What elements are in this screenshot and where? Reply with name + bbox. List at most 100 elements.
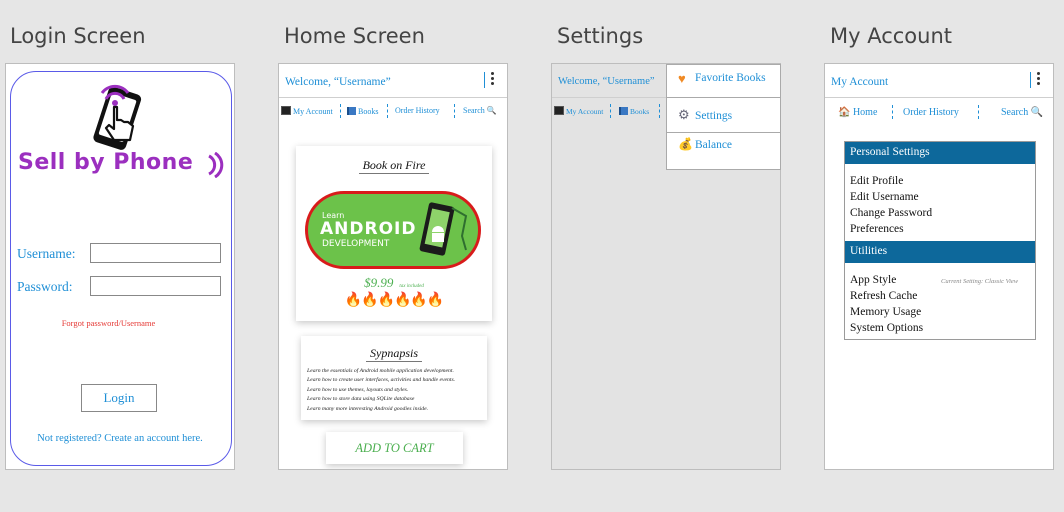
nav-separator (978, 105, 979, 119)
personal-settings-header: Personal Settings (845, 142, 1035, 164)
home-top-bar: Welcome, “Username” (279, 64, 507, 98)
menu-item-balance[interactable]: 💰 Balance (667, 133, 780, 163)
tax-note: tax included (399, 284, 424, 289)
nav-search-label: Search (463, 106, 485, 115)
nav-my-account[interactable]: My Account (281, 106, 333, 116)
app-style-item[interactable]: App Style (850, 272, 923, 288)
account-top-bar: My Account (825, 64, 1053, 98)
book-cover-banner: Learn ANDROID DEVELOPMENT (305, 191, 481, 269)
nav-separator (387, 104, 388, 118)
password-label: Password: (17, 279, 73, 294)
nav-search[interactable]: Search 🔍 (1001, 107, 1043, 118)
account-title: My Account (831, 76, 889, 88)
nav-order-history[interactable]: Order History (903, 107, 959, 118)
banner-sub-text: DEVELOPMENT (322, 239, 390, 249)
nav-books-label: Books (630, 107, 650, 116)
topbar-divider (484, 72, 485, 88)
title-settings: Settings (557, 24, 644, 48)
register-link[interactable]: Not registered? Create an account here. (6, 433, 234, 444)
synopsis-title: Sypnapsis (301, 346, 487, 362)
book-card[interactable]: Book on Fire Learn ANDROID DEVELOPMENT $… (296, 146, 492, 321)
synopsis-line: Learn how to create user interfaces, act… (307, 377, 456, 384)
home-screen: Welcome, “Username” My Account Books Ord… (278, 63, 508, 470)
menu-item-favorite-books[interactable]: ♥ Favorite Books (667, 65, 780, 98)
synopsis-line: Learn many more interesting Android good… (307, 405, 429, 412)
edit-profile-item[interactable]: Edit Profile (850, 173, 932, 189)
login-button[interactable]: Login (81, 384, 157, 412)
search-icon: 🔍 (486, 106, 497, 115)
nav-books-label: Books (358, 107, 379, 116)
nav-separator (659, 104, 660, 118)
rating-fire-icons: 🔥🔥🔥🔥🔥🔥 (344, 293, 445, 308)
menu-item-balance-label: Balance (695, 139, 733, 151)
title-my-account: My Account (830, 24, 953, 48)
topbar-divider (1030, 72, 1031, 88)
overflow-menu-icon[interactable] (491, 72, 495, 87)
menu-item-settings-label: Settings (695, 110, 733, 122)
preferences-item[interactable]: Preferences (850, 221, 932, 237)
menu-item-settings[interactable]: ⚙ Settings (667, 98, 780, 133)
price: $9.99 (364, 275, 394, 290)
search-icon: 🔍 (1030, 107, 1044, 118)
nav-separator (892, 105, 893, 119)
nav-my-account-label: My Account (293, 107, 333, 116)
nav-my-account[interactable]: My Account (554, 106, 603, 116)
book-title: Book on Fire (296, 158, 492, 174)
login-button-label: Login (103, 390, 135, 405)
nav-separator (610, 104, 611, 118)
utilities-list: App Style Refresh Cache Memory Usage Sys… (850, 272, 923, 336)
forgot-password-link[interactable]: Forgot password/Username (6, 318, 211, 328)
book-icon (619, 107, 628, 115)
computer-icon (554, 106, 564, 115)
heart-icon: ♥ (678, 71, 686, 86)
settings-panel: Personal Settings Edit Profile Edit User… (844, 141, 1036, 340)
system-options-item[interactable]: System Options (850, 320, 923, 336)
login-screen: Sell by Phone Username: Password: Forgot… (5, 63, 235, 470)
money-bag-icon: 💰 (678, 137, 693, 151)
current-setting-note: Current Setting: Classic View (941, 278, 1019, 285)
synopsis-line: Learn the essentials of Android mobile a… (307, 368, 454, 374)
nav-order-history[interactable]: Order History (395, 106, 440, 115)
refresh-cache-item[interactable]: Refresh Cache (850, 288, 923, 304)
password-input[interactable] (90, 276, 221, 296)
account-nav: 🏠 Home Order History Search 🔍 (825, 105, 1053, 123)
title-login-screen: Login Screen (10, 24, 146, 48)
overflow-menu-icon[interactable] (1037, 72, 1041, 87)
home-icon: 🏠 (838, 107, 851, 118)
edit-username-item[interactable]: Edit Username (850, 189, 932, 205)
synopsis-card: Sypnapsis Learn the essentials of Androi… (301, 336, 487, 420)
utilities-header: Utilities (845, 241, 1035, 263)
gear-icon: ⚙ (678, 107, 690, 122)
brand-name: Sell by Phone (18, 150, 194, 175)
phone-tap-logo-icon (93, 84, 142, 150)
home-nav: My Account Books Order History Search 🔍 (279, 104, 507, 122)
nav-books[interactable]: Books (619, 106, 649, 116)
welcome-text: Welcome, “Username” (285, 76, 391, 88)
book-icon (347, 107, 356, 115)
add-to-cart-button[interactable]: ADD TO CART (326, 432, 463, 464)
username-input[interactable] (90, 243, 221, 263)
add-to-cart-label: ADD TO CART (355, 441, 434, 455)
change-password-item[interactable]: Change Password (850, 205, 932, 221)
nav-books[interactable]: Books (347, 106, 378, 116)
synopsis-line: Learn how to store data using SQLite dat… (307, 396, 415, 403)
username-label: Username: (17, 246, 76, 261)
settings-dropdown-menu: ♥ Favorite Books ⚙ Settings 💰 Balance (666, 64, 781, 170)
memory-usage-item[interactable]: Memory Usage (850, 304, 923, 320)
menu-item-favorite-books-label: Favorite Books (695, 72, 766, 84)
nav-my-account-label: My Account (566, 107, 604, 116)
nav-separator (454, 104, 455, 118)
nav-search[interactable]: Search 🔍 (463, 106, 497, 115)
welcome-text: Welcome, “Username” (558, 76, 655, 87)
nav-search-label: Search (1001, 107, 1029, 118)
computer-icon (281, 106, 291, 115)
nav-home-label: Home (852, 107, 878, 118)
price-row: $9.99 tax included (296, 274, 492, 292)
nav-separator (340, 104, 341, 118)
personal-settings-list: Edit Profile Edit Username Change Passwo… (850, 173, 932, 237)
android-phone-icon (419, 202, 468, 256)
title-home-screen: Home Screen (284, 24, 425, 48)
my-account-screen: My Account 🏠 Home Order History Search 🔍… (824, 63, 1054, 470)
synopsis-text: Learn the essentials of Android mobile a… (307, 367, 455, 414)
nav-home[interactable]: 🏠 Home (838, 107, 877, 118)
